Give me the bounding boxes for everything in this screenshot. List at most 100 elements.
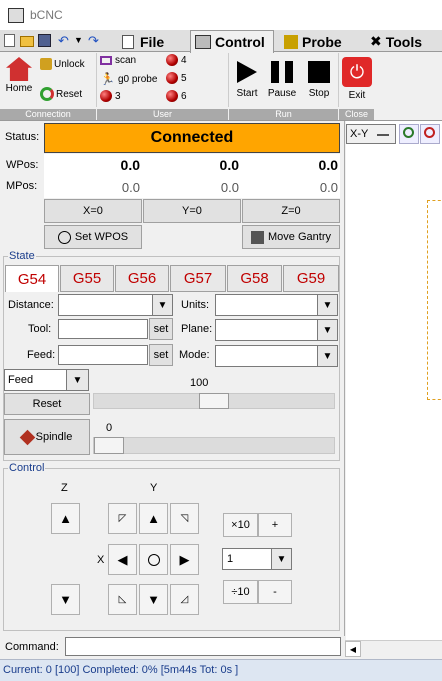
jog-up-button[interactable]: ▲ [139, 503, 168, 534]
open-icon[interactable] [20, 36, 34, 47]
unlock-icon [40, 58, 52, 70]
redo-icon[interactable]: ↷ [88, 33, 99, 49]
jog-up-right-button[interactable]: ◹ [170, 503, 199, 534]
step-increase-button[interactable]: + [258, 513, 292, 537]
override-slider-handle[interactable] [199, 393, 229, 409]
units-select[interactable]: ▼ [215, 294, 338, 316]
save-icon[interactable] [38, 34, 51, 47]
user-button-scan[interactable]: scan [100, 55, 136, 66]
step-select[interactable]: 1 ▼ [222, 548, 292, 570]
wcs-g54-button[interactable]: G54 [5, 265, 59, 292]
undo-icon[interactable]: ↶ [58, 33, 69, 49]
scroll-left-button[interactable]: ◀ [345, 641, 361, 657]
user-button-4[interactable]: 4 [166, 54, 187, 66]
chevron-down-icon: ▼ [317, 346, 337, 366]
user-button-3[interactable]: 3 [100, 90, 121, 102]
distance-select[interactable]: ▼ [58, 294, 173, 316]
spindle-slider-track[interactable] [93, 437, 335, 454]
zero-y-button[interactable]: Y=0 [143, 199, 241, 223]
dash-icon [377, 134, 389, 136]
separator [228, 53, 229, 107]
spindle-slider-handle[interactable] [94, 437, 124, 454]
arrow-down-left-icon: ◺ [118, 594, 127, 605]
mpos-y: 0.0 [220, 180, 239, 195]
zoom-in-button[interactable] [399, 124, 419, 144]
stop-button[interactable]: Stop [304, 61, 334, 99]
wcs-g57-button[interactable]: G57 [170, 265, 226, 292]
canvas-hscroll[interactable]: ◀ [345, 640, 442, 657]
zero-z-button[interactable]: Z=0 [242, 199, 340, 223]
reset-icon [40, 87, 54, 101]
jog-center-button[interactable] [139, 544, 168, 575]
section-label-close: Close [339, 109, 374, 120]
user-button-g0probe[interactable]: 🏃 g0 probe [100, 72, 157, 86]
wcs-g58-button[interactable]: G58 [227, 265, 282, 292]
set-wpos-button[interactable]: Set WPOS [44, 225, 142, 249]
tab-file[interactable]: File [110, 31, 186, 52]
step-multiply-button[interactable]: ×10 [223, 513, 258, 537]
wpos-z: 0.0 [318, 157, 338, 173]
led-icon [166, 90, 178, 102]
override-select[interactable]: Feed ▼ [4, 369, 89, 391]
jog-z-down-button[interactable]: ▼ [51, 584, 80, 615]
undo-dropdown-icon[interactable]: ▼ [74, 35, 83, 45]
power-icon: ⏻ [342, 57, 372, 87]
control-tab-icon [195, 35, 211, 49]
stop-icon [308, 61, 330, 83]
spindle-button[interactable]: Spindle [4, 419, 90, 455]
home-button[interactable]: Home [3, 57, 35, 94]
start-button[interactable]: Start [232, 61, 262, 99]
wcs-g55-button[interactable]: G55 [60, 265, 114, 292]
arrow-down-right-icon: ◿ [180, 594, 189, 605]
units-label: Units: [181, 299, 210, 311]
user-button-5[interactable]: 5 [166, 72, 187, 84]
plane-select[interactable]: ▼ [215, 319, 338, 341]
view-plane-select[interactable]: X-Y [346, 124, 396, 144]
feed-set-button[interactable]: set [149, 344, 173, 366]
arrow-up-icon: ▲ [59, 511, 72, 526]
status-value: Connected [44, 123, 340, 153]
tool-input[interactable] [58, 319, 148, 339]
chevron-down-icon: ▼ [152, 295, 172, 315]
led-icon [166, 72, 178, 84]
exit-button[interactable]: ⏻ Exit [341, 57, 373, 101]
new-icon[interactable] [4, 34, 15, 47]
position-grid [44, 154, 340, 198]
jog-up-left-button[interactable]: ◸ [108, 503, 137, 534]
status-label: Status: [5, 131, 40, 143]
override-reset-button[interactable]: Reset [4, 393, 90, 415]
tool-set-button[interactable]: set [149, 318, 173, 340]
jog-down-left-button[interactable]: ◺ [108, 584, 137, 615]
jog-down-right-button[interactable]: ◿ [170, 584, 199, 615]
pause-button[interactable]: Pause [266, 61, 298, 99]
reset-button[interactable]: Reset [40, 87, 82, 101]
move-gantry-button[interactable]: Move Gantry [242, 225, 340, 249]
arrow-down-icon: ▼ [147, 592, 160, 607]
step-divide-button[interactable]: ÷10 [223, 580, 258, 604]
jog-right-button[interactable]: ▶ [170, 544, 199, 575]
spindle-value: 0 [106, 422, 113, 434]
mode-label: Mode: [179, 349, 210, 361]
unlock-button[interactable]: Unlock [40, 58, 85, 70]
step-decrease-button[interactable]: - [258, 580, 292, 604]
arrow-up-icon: ▲ [147, 511, 160, 526]
separator [338, 53, 339, 107]
jog-z-up-button[interactable]: ▲ [51, 503, 80, 534]
tab-probe[interactable]: Probe [284, 31, 358, 52]
home-icon [6, 57, 32, 81]
tab-control[interactable]: Control [190, 30, 274, 53]
wcs-g59-button[interactable]: G59 [283, 265, 339, 292]
wcs-g56-button[interactable]: G56 [115, 265, 169, 292]
zoom-out-button[interactable] [420, 124, 440, 144]
user-button-6[interactable]: 6 [166, 90, 187, 102]
chevron-down-icon: ▼ [271, 549, 291, 569]
zero-x-button[interactable]: X=0 [44, 199, 142, 223]
mode-select[interactable]: ▼ [215, 345, 338, 367]
command-input[interactable] [65, 637, 341, 656]
override-slider-track[interactable] [93, 393, 335, 409]
jog-left-button[interactable]: ◀ [108, 544, 137, 575]
crosshair-icon [57, 230, 71, 244]
feed-input[interactable] [58, 345, 148, 365]
tab-tools[interactable]: ✖ Tools [370, 31, 442, 52]
jog-down-button[interactable]: ▼ [139, 584, 168, 615]
